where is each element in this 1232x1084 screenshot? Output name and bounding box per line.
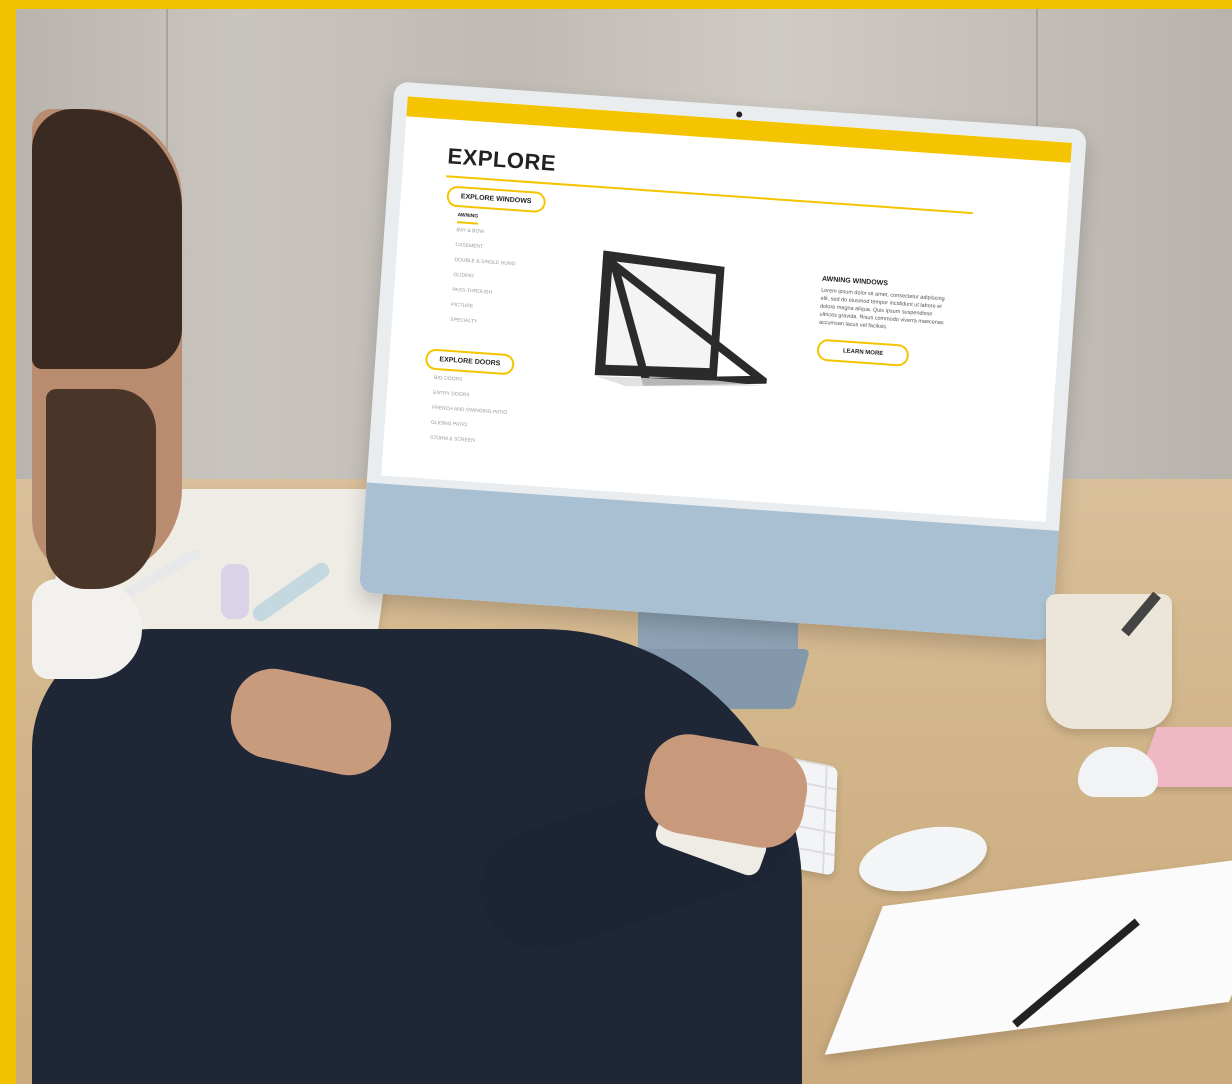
doors-menu: BIG DOORS ENTRY DOORS FRENCH AND SWINGIN…	[429, 371, 509, 451]
pen	[221, 564, 249, 619]
window-pane	[605, 261, 717, 369]
person-hair	[32, 109, 182, 369]
shirt-collar	[32, 579, 142, 679]
website-screen: EXPLORE EXPLORE WINDOWS AWNING BAY & BOW…	[381, 96, 1073, 522]
product-description: Lorem ipsum dolor sit amet, consectetur …	[818, 287, 945, 331]
pen-cup	[1046, 594, 1172, 729]
monitor: EXPLORE EXPLORE WINDOWS AWNING BAY & BOW…	[358, 81, 1088, 641]
product-info: AWNING WINDOWS Lorem ipsum dolor sit ame…	[816, 276, 952, 370]
person-beard	[46, 389, 156, 589]
learn-more-button[interactable]: LEARN MORE	[816, 338, 910, 367]
windows-menu: AWNING BAY & BOW CASEMENT DOUBLE & SINGL…	[450, 208, 519, 332]
tape-dispenser	[1078, 747, 1158, 797]
camera-icon	[736, 111, 743, 118]
menu-item-specialty[interactable]: SPECIALTY	[450, 313, 512, 332]
page-title: EXPLORE	[446, 143, 557, 176]
awning-window-image	[594, 250, 774, 387]
photo-frame: EXPLORE EXPLORE WINDOWS AWNING BAY & BOW…	[0, 0, 1232, 1084]
